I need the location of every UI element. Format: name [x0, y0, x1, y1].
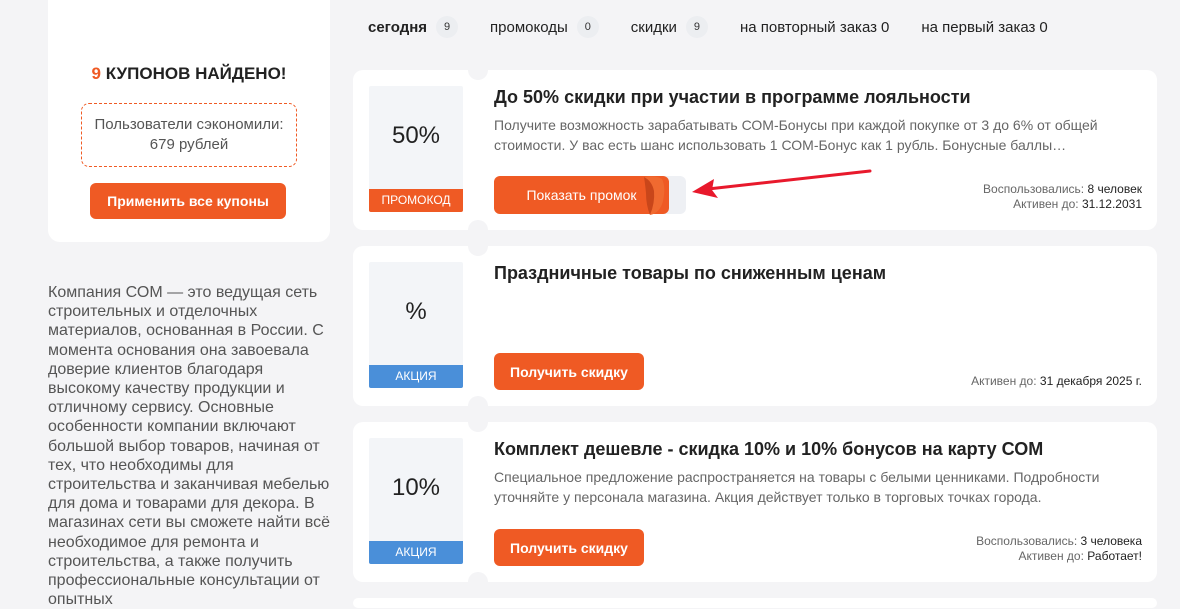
coupon-card: 50% ПРОМОКОД До 50% скидки при участии в…: [353, 60, 1157, 240]
tab-discounts[interactable]: скидки 9: [631, 16, 708, 38]
coupon-card: 10% АКЦИЯ Комплект дешевле - скидка 10% …: [353, 412, 1157, 592]
coupon-badge-label: АКЦИЯ: [369, 365, 463, 388]
coupons-summary-card: 9 КУПОНОВ НАЙДЕНО! Пользователи сэкономи…: [48, 0, 330, 242]
coupon-active-row: Активен до: 31 декабря 2025 г.: [971, 374, 1142, 389]
coupon-description: Получите возможность зарабатывать СОМ-Бо…: [494, 117, 1098, 153]
active-label: Активен до:: [1018, 549, 1084, 563]
coupon-meta: Воспользовались: 8 человек Активен до: 3…: [983, 182, 1142, 212]
coupon-title[interactable]: Праздничные товары по сниженным ценам: [494, 263, 1137, 284]
users-saved-text: Пользователи сэкономили: 679 рублей: [94, 116, 284, 153]
tab-today[interactable]: сегодня 9: [368, 16, 459, 38]
coupon-badge-label: ПРОМОКОД: [369, 189, 463, 212]
active-value: 31 декабря 2025 г.: [1039, 374, 1142, 388]
apply-all-coupons-button[interactable]: Применить все купоны: [90, 183, 286, 219]
get-discount-button[interactable]: Получить скидку: [494, 529, 644, 566]
coupon-badge: 50% ПРОМОКОД: [369, 86, 463, 212]
coupon-badge-label: АКЦИЯ: [369, 541, 463, 564]
get-discount-button[interactable]: Получить скидку: [494, 353, 644, 390]
tab-first-order[interactable]: на первый заказ 0: [921, 19, 1047, 36]
tab-count: 0: [1039, 18, 1048, 36]
coupons-found-count: 9: [91, 64, 102, 83]
show-promocode-control[interactable]: Показать промок: [494, 176, 686, 215]
tab-count: 0: [881, 18, 890, 36]
coupon-title[interactable]: Комплект дешевле - скидка 10% и 10% бону…: [494, 439, 1137, 460]
tab-count-badge: 9: [436, 16, 459, 38]
used-label: Воспользовались:: [983, 182, 1085, 196]
users-saved-box: Пользователи сэкономили: 679 рублей: [81, 103, 297, 167]
active-value: 31.12.2031: [1081, 197, 1142, 211]
red-arrow-icon: [692, 169, 872, 198]
coupon-badge-value: 10%: [391, 474, 441, 501]
tab-label: промокоды: [490, 18, 568, 36]
coupon-active-row: Активен до: Работает!: [976, 549, 1142, 564]
coupon-description: Специальное предложение распространяется…: [494, 469, 1100, 505]
coupon-card-partial: [353, 598, 1157, 608]
tab-count-badge: 0: [576, 16, 599, 38]
filter-tabs: сегодня 9 промокоды 0 скидки 9 на повтор…: [368, 14, 1080, 40]
used-label: Воспользовались:: [976, 534, 1078, 548]
tab-count-badge: 9: [685, 16, 708, 38]
coupon-badge-value: 50%: [391, 122, 441, 149]
coupon-used-row: Воспользовались: 8 человек: [983, 182, 1142, 197]
tab-label: на первый заказ: [921, 18, 1036, 36]
tab-label: скидки: [630, 18, 677, 36]
coupons-found-heading: 9 КУПОНОВ НАЙДЕНО!: [48, 64, 330, 84]
coupon-badge-value: %: [405, 298, 427, 325]
coupon-card: % АКЦИЯ Праздничные товары по сниженным …: [353, 236, 1157, 416]
coupon-badge: % АКЦИЯ: [369, 262, 463, 388]
coupon-used-row: Воспользовались: 3 человека: [976, 534, 1142, 549]
active-value: Работает!: [1087, 549, 1142, 563]
active-label: Активен до:: [971, 374, 1037, 388]
tab-repeat-order[interactable]: на повторный заказ 0: [740, 19, 889, 36]
tab-label: на повторный заказ: [739, 18, 877, 36]
peel-corner-icon: [644, 176, 665, 215]
coupon-badge: 10% АКЦИЯ: [369, 438, 463, 564]
tab-label: сегодня: [368, 18, 428, 36]
coupon-meta: Воспользовались: 3 человека Активен до: …: [976, 534, 1142, 564]
used-value: 8 человек: [1087, 182, 1142, 196]
used-value: 3 человека: [1080, 534, 1142, 548]
coupon-active-row: Активен до: 31.12.2031: [983, 197, 1142, 212]
coupon-meta: Активен до: 31 декабря 2025 г.: [971, 374, 1142, 389]
active-label: Активен до:: [1013, 197, 1079, 211]
tab-promocodes[interactable]: промокоды 0: [490, 16, 599, 38]
company-description: Компания СОМ — это ведущая сеть строител…: [48, 284, 330, 609]
coupon-title[interactable]: До 50% скидки при участии в программе ло…: [494, 87, 1137, 108]
coupons-found-label: КУПОНОВ НАЙДЕНО!: [105, 64, 287, 83]
